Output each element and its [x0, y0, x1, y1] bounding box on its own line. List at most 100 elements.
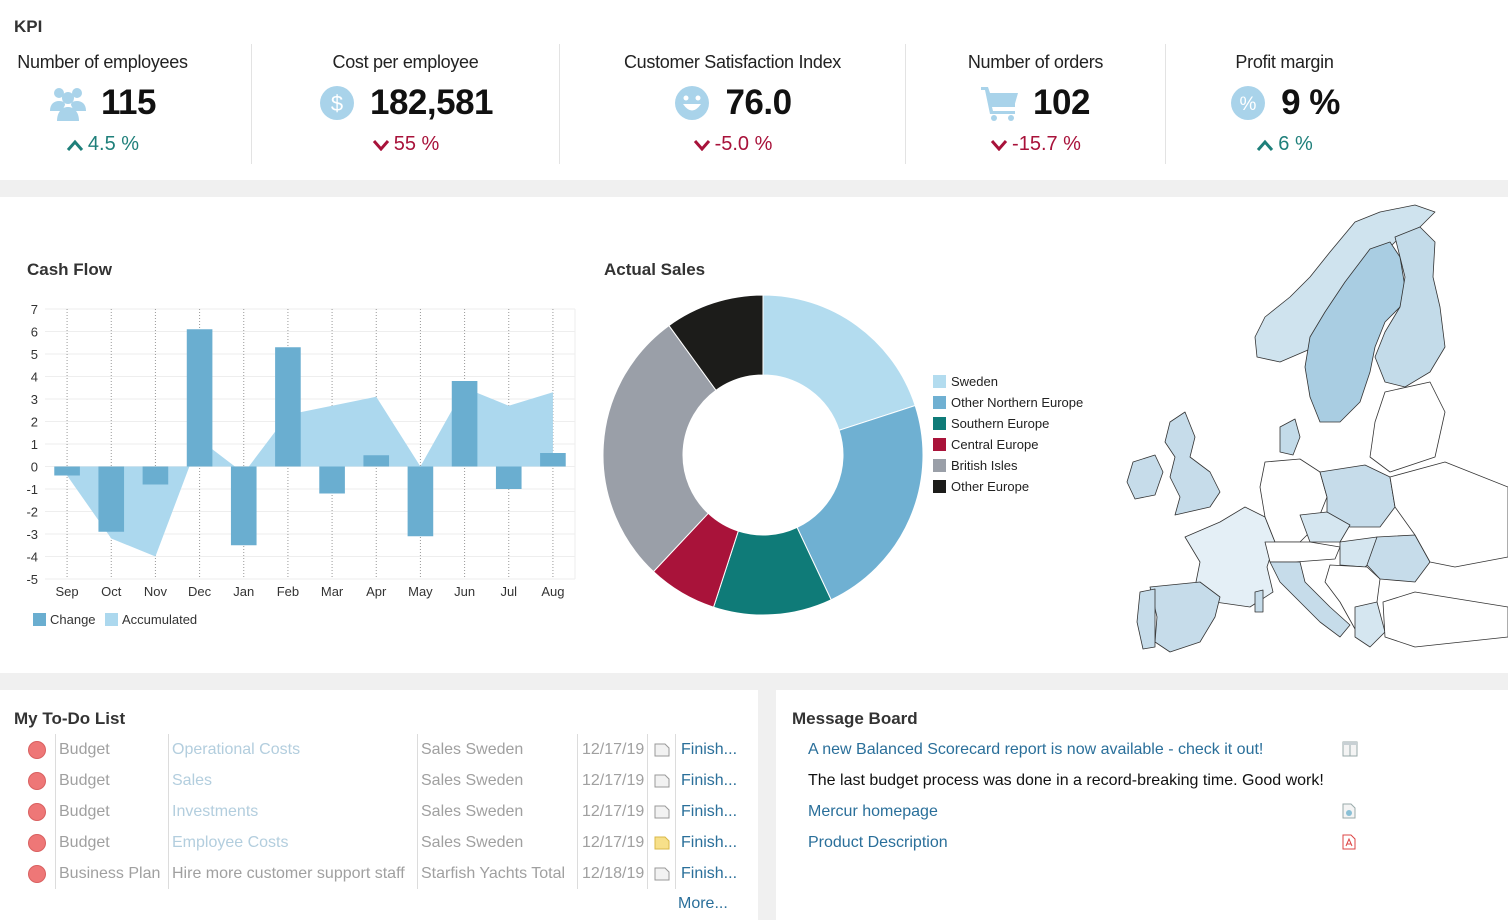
todo-date: 12/17/19 [578, 765, 648, 796]
actual-sales-donut[interactable] [600, 292, 930, 617]
doc-icon[interactable] [648, 858, 676, 889]
kpi-change-value: -15.7 % [1012, 133, 1081, 155]
kpi-change-value: 55 % [393, 133, 440, 155]
message-link[interactable]: Mercur homepage [808, 796, 1368, 827]
todo-task[interactable]: Employee Costs [169, 827, 418, 858]
kpi-value: 9 % [1281, 83, 1340, 122]
arrow-up-icon [66, 139, 84, 151]
y-tick-label: 0 [31, 460, 38, 475]
change-bar [451, 381, 478, 467]
change-bar [54, 466, 80, 476]
svg-text:$: $ [331, 91, 343, 116]
kpi-value: 182,581 [369, 83, 494, 122]
map-region-uk [1164, 411, 1221, 516]
finish-link[interactable]: Finish... [676, 858, 756, 889]
x-tick-label: Oct [101, 584, 122, 599]
kpi-change: 6 % [1166, 133, 1403, 156]
kpi-value: 102 [1033, 83, 1090, 122]
legend-label: Central Europe [951, 437, 1039, 452]
status-cell [28, 734, 56, 765]
y-tick-label: 4 [31, 370, 38, 385]
kpi-change-value: 6 % [1278, 133, 1313, 155]
change-bar [319, 466, 345, 494]
europe-map[interactable] [1115, 197, 1508, 657]
legend-item: Other Europe [933, 479, 1029, 494]
donut-slice-sweden[interactable] [762, 294, 916, 431]
charts-panel: Cash Flow 7 6 5 4 3 2 1 0 -1 -2 -3 -4 -5 Sep Oct Nov Dec… [0, 197, 1508, 673]
change-bar [275, 347, 301, 467]
x-tick-label: Aug [541, 584, 564, 599]
percent-icon: % [1229, 84, 1267, 122]
change-bar [495, 466, 522, 489]
status-cell [28, 765, 56, 796]
legend-label-change: Change [50, 612, 96, 627]
todo-unit: Sales Sweden [418, 827, 578, 858]
x-tick-label: Jul [500, 584, 517, 599]
more-link[interactable]: More... [678, 895, 728, 913]
legend-item: Central Europe [933, 437, 1038, 452]
message-link[interactable]: A new Balanced Scorecard report is now a… [808, 734, 1368, 765]
doc-icon[interactable] [648, 796, 676, 827]
legend-item: Other Northern Europe [933, 395, 1083, 410]
finish-link[interactable]: Finish... [676, 796, 756, 827]
y-tick-label: 3 [31, 392, 38, 407]
legend-label: Other Northern Europe [951, 395, 1084, 410]
finish-link[interactable]: Finish... [676, 827, 756, 858]
map-region-baltics [1369, 381, 1446, 473]
kpi-card-cost-per-employee[interactable]: Cost per employee $ 182,581 55 % [251, 44, 559, 164]
legend-swatch [933, 438, 946, 451]
map-region-spain [1149, 581, 1221, 653]
y-tick-label: -5 [26, 572, 38, 587]
kpi-card-orders[interactable]: Number of orders 102 -15.7 % [905, 44, 1165, 164]
web-page-icon[interactable] [1342, 803, 1360, 821]
legend-swatch [933, 459, 946, 472]
todo-category: Business Plan [56, 858, 169, 889]
map-region-ireland [1126, 454, 1164, 500]
todo-category: Budget [56, 796, 169, 827]
legend-label: Other Europe [951, 479, 1030, 494]
note-icon[interactable] [648, 827, 676, 858]
todo-row[interactable]: Budget Sales Sales Sweden 12/17/19 Finish... [28, 765, 756, 796]
todo-task[interactable]: Operational Costs [169, 734, 418, 765]
status-dot-icon [28, 864, 46, 883]
status-cell [28, 796, 56, 827]
todo-unit: Sales Sweden [418, 734, 578, 765]
legend-item: Southern Europe [933, 416, 1049, 431]
x-tick-label: Jan [233, 584, 254, 599]
todo-category: Budget [56, 734, 169, 765]
message-link[interactable]: Product Description [808, 827, 1368, 858]
todo-task[interactable]: Sales [169, 765, 418, 796]
kpi-label: Customer Satisfaction Index [623, 52, 841, 72]
todo-task[interactable]: Investments [169, 796, 418, 827]
message-text: The last budget process was done in a re… [808, 771, 1324, 789]
doc-icon[interactable] [648, 765, 676, 796]
todo-task: Hire more customer support staff [169, 858, 418, 889]
kpi-card-employees[interactable]: Number of employees 115 4.5 % [0, 44, 205, 164]
kpi-label: Number of employees [17, 52, 188, 72]
todo-row[interactable]: Budget Investments Sales Sweden 12/17/19 Fin… [28, 796, 756, 827]
kpi-label: Number of orders [967, 52, 1104, 72]
finish-link[interactable]: Finish... [676, 765, 756, 796]
cash-flow-title: Cash Flow [27, 260, 113, 279]
todo-row[interactable]: Budget Employee Costs Sales Sweden 12/17/19… [28, 827, 756, 858]
arrow-down-icon [693, 139, 710, 151]
change-bar [186, 329, 213, 467]
doc-icon[interactable] [648, 734, 676, 765]
smiley-icon [673, 84, 711, 122]
todo-row[interactable]: Budget Operational Costs Sales Sweden 12/17… [28, 734, 756, 765]
y-tick-label: 5 [31, 347, 38, 362]
change-bar [407, 466, 434, 537]
finish-link[interactable]: Finish... [676, 734, 756, 765]
x-tick-label: May [408, 584, 433, 599]
report-icon[interactable] [1342, 741, 1360, 759]
legend-swatch-accumulated [105, 613, 118, 626]
y-tick-label: 1 [31, 437, 38, 452]
status-cell [28, 858, 56, 889]
kpi-card-customer-satisfaction[interactable]: Customer Satisfaction Index 76.0 -5.0 % [559, 44, 905, 164]
todo-row[interactable]: Business Plan Hire more customer support … [28, 858, 756, 889]
people-icon [49, 84, 87, 122]
kpi-value: 76.0 [725, 83, 792, 122]
kpi-card-profit-margin[interactable]: Profit margin % 9 % 6 % [1165, 44, 1403, 164]
pdf-icon[interactable] [1342, 834, 1360, 852]
cash-flow-chart[interactable]: 7 6 5 4 3 2 1 0 -1 -2 -3 -4 -5 Sep Oct Nov Dec Jan Feb Mar A… [0, 297, 590, 637]
